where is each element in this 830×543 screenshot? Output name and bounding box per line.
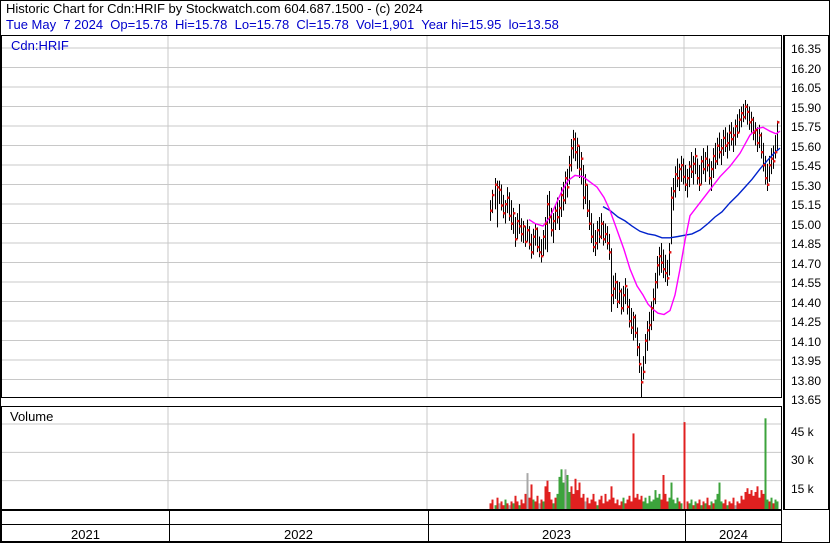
year-divider (685, 525, 686, 541)
year-divider (685, 511, 686, 524)
year-divider (428, 525, 429, 541)
year-label: 2022 (284, 527, 313, 542)
price-axis-label: 14.40 (791, 295, 822, 310)
price-axis-label: 16.35 (791, 42, 822, 56)
price-axis-label: 13.95 (791, 354, 822, 368)
year-divider (169, 525, 170, 541)
y-axis-label-column: 16.35 16.20 16.05 15.90 15.75 15.60 15.45 15.30… (783, 35, 829, 510)
price-axis-label: 15.15 (791, 198, 822, 212)
price-axis-label: 15.30 (791, 178, 822, 193)
volume-axis-label: 30 k (791, 453, 814, 468)
price-axis-label: 15.00 (791, 217, 822, 232)
price-axis-label: 14.70 (791, 256, 822, 271)
price-axis-label: 13.65 (791, 393, 822, 407)
year-label: 2024 (719, 527, 748, 542)
price-axis-label: 15.45 (791, 159, 822, 173)
stockwatch-chart-window: Historic Chart for Cdn:HRIF by Stockwatc… (0, 0, 830, 543)
price-axis-label: 14.25 (791, 315, 822, 329)
price-axis-label: 14.55 (791, 276, 822, 290)
volume-panel-label: Volume (10, 409, 54, 424)
year-divider (169, 511, 170, 524)
price-axis-label: 14.85 (791, 237, 822, 251)
ma-fast-line (528, 126, 781, 316)
x-axis-tick-row (1, 510, 782, 525)
volume-axis-label: 15 k (791, 481, 814, 496)
volume-panel: Volume (1, 406, 782, 510)
volume-bars (489, 418, 779, 509)
volume-chart-canvas (2, 407, 781, 509)
price-axis-label: 13.80 (791, 373, 822, 388)
year-label: 2021 (71, 527, 100, 542)
price-axis-label: 16.05 (791, 81, 822, 95)
price-panel: Cdn:HRIF (1, 35, 782, 398)
price-axis-label: 15.60 (791, 139, 822, 154)
quote-info-line: Tue May 7 2024 Op=15.78 Hi=15.78 Lo=15.7… (6, 17, 559, 32)
price-axis-label: 15.90 (791, 100, 822, 115)
price-gridlines (2, 36, 781, 397)
year-label: 2023 (542, 527, 571, 542)
price-bars (490, 100, 778, 397)
symbol-label: Cdn:HRIF (11, 38, 69, 53)
x-axis-year-row: 2021 2022 2023 2024 (1, 524, 782, 542)
year-divider (428, 511, 429, 524)
price-axis-label: 15.75 (791, 120, 822, 134)
price-axis-label: 14.10 (791, 334, 822, 349)
price-axis-label: 16.20 (791, 61, 822, 76)
volume-axis-label: 45 k (791, 424, 814, 439)
price-chart-canvas (2, 36, 781, 397)
chart-title: Historic Chart for Cdn:HRIF by Stockwatc… (6, 1, 423, 16)
